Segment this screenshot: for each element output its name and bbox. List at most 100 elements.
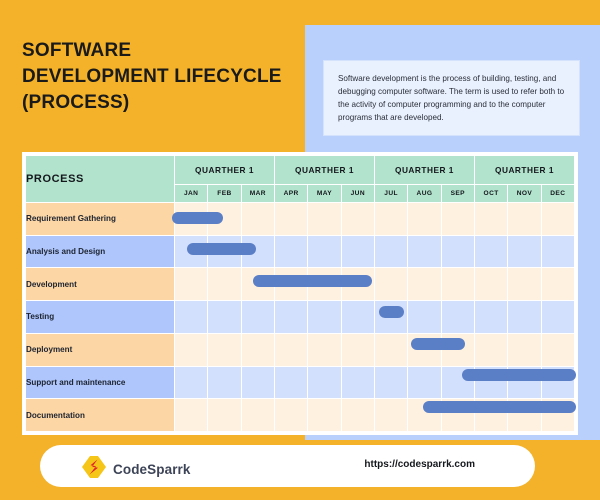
- gantt-cell[interactable]: [341, 268, 374, 301]
- gantt-cell[interactable]: [308, 399, 341, 431]
- gantt-cell[interactable]: [408, 235, 441, 268]
- gantt-cell[interactable]: [474, 333, 508, 366]
- gantt-cell[interactable]: [208, 366, 241, 399]
- gantt-cell[interactable]: [308, 235, 341, 268]
- quarter-header-2: QUARTHER 1: [274, 156, 374, 184]
- gantt-cell[interactable]: [541, 268, 574, 301]
- gantt-cell[interactable]: [508, 301, 541, 333]
- gantt-cell[interactable]: [408, 333, 441, 366]
- table-row[interactable]: Testing: [26, 301, 574, 333]
- gantt-cell[interactable]: [508, 268, 541, 301]
- gantt-cell[interactable]: [208, 203, 241, 235]
- gantt-cell[interactable]: [341, 333, 374, 366]
- gantt-cell[interactable]: [241, 399, 274, 431]
- gantt-cell[interactable]: [274, 301, 308, 333]
- gantt-cell[interactable]: [175, 301, 208, 333]
- gantt-cell[interactable]: [441, 235, 474, 268]
- gantt-cell[interactable]: [341, 301, 374, 333]
- gantt-cell[interactable]: [274, 235, 308, 268]
- table-row[interactable]: Analysis and Design: [26, 235, 574, 268]
- gantt-cell[interactable]: [374, 399, 408, 431]
- gantt-cell[interactable]: [374, 366, 408, 399]
- gantt-cell[interactable]: [241, 366, 274, 399]
- gantt-cell[interactable]: [341, 399, 374, 431]
- gantt-cell[interactable]: [274, 268, 308, 301]
- gantt-cell[interactable]: [508, 399, 541, 431]
- gantt-cell[interactable]: [374, 235, 408, 268]
- gantt-cell[interactable]: [408, 399, 441, 431]
- gantt-cell[interactable]: [474, 203, 508, 235]
- gantt-cell[interactable]: [541, 235, 574, 268]
- month-header-mar: MAR: [241, 185, 274, 202]
- row-label-0: Requirement Gathering: [26, 203, 174, 235]
- gantt-cell[interactable]: [241, 301, 274, 333]
- gantt-cell[interactable]: [175, 268, 208, 301]
- gantt-cell[interactable]: [441, 301, 474, 333]
- gantt-cell[interactable]: [274, 366, 308, 399]
- gantt-cell[interactable]: [541, 399, 574, 431]
- gantt-cell[interactable]: [208, 399, 241, 431]
- gantt-cell[interactable]: [474, 366, 508, 399]
- gantt-cell[interactable]: [541, 203, 574, 235]
- gantt-cell[interactable]: [508, 366, 541, 399]
- gantt-cell[interactable]: [408, 301, 441, 333]
- gantt-cell[interactable]: [241, 333, 274, 366]
- gantt-cell[interactable]: [374, 203, 408, 235]
- table-row[interactable]: Documentation: [26, 399, 574, 431]
- gantt-cell[interactable]: [308, 333, 341, 366]
- gantt-cell[interactable]: [508, 333, 541, 366]
- month-header-dec: DEC: [541, 185, 574, 202]
- gantt-cell[interactable]: [541, 366, 574, 399]
- gantt-grid: PROCESS QUARTHER 1 QUARTHER 1 QUARTHER 1 QU…: [25, 155, 575, 432]
- gantt-cell[interactable]: [441, 268, 474, 301]
- gantt-cell[interactable]: [341, 366, 374, 399]
- gantt-cell[interactable]: [374, 333, 408, 366]
- website-url[interactable]: https://codesparrk.com: [364, 459, 475, 470]
- gantt-cell[interactable]: [274, 203, 308, 235]
- gantt-cell[interactable]: [341, 235, 374, 268]
- gantt-cell[interactable]: [208, 268, 241, 301]
- codesparrk-logo-icon: [82, 456, 106, 483]
- gantt-cell[interactable]: [541, 333, 574, 366]
- page-title-line-3: (PROCESS): [22, 92, 130, 114]
- gantt-cell[interactable]: [175, 333, 208, 366]
- gantt-cell[interactable]: [241, 203, 274, 235]
- gantt-cell[interactable]: [541, 301, 574, 333]
- gantt-cell[interactable]: [175, 235, 208, 268]
- gantt-cell[interactable]: [274, 399, 308, 431]
- gantt-cell[interactable]: [175, 366, 208, 399]
- gantt-cell[interactable]: [441, 203, 474, 235]
- gantt-cell[interactable]: [441, 333, 474, 366]
- gantt-cell[interactable]: [274, 333, 308, 366]
- gantt-cell[interactable]: [208, 301, 241, 333]
- gantt-cell[interactable]: [208, 235, 241, 268]
- gantt-cell[interactable]: [241, 268, 274, 301]
- gantt-cell[interactable]: [441, 366, 474, 399]
- gantt-cell[interactable]: [175, 203, 208, 235]
- row-label-3: Testing: [26, 301, 174, 333]
- gantt-cell[interactable]: [374, 301, 408, 333]
- gantt-cell[interactable]: [474, 301, 508, 333]
- gantt-cell[interactable]: [308, 366, 341, 399]
- gantt-cell[interactable]: [508, 203, 541, 235]
- table-row[interactable]: Requirement Gathering: [26, 203, 574, 235]
- gantt-cell[interactable]: [175, 399, 208, 431]
- gantt-cell[interactable]: [308, 301, 341, 333]
- gantt-cell[interactable]: [474, 235, 508, 268]
- gantt-cell[interactable]: [308, 268, 341, 301]
- table-row[interactable]: Deployment: [26, 333, 574, 366]
- gantt-cell[interactable]: [408, 203, 441, 235]
- gantt-cell[interactable]: [308, 203, 341, 235]
- table-row[interactable]: Development: [26, 268, 574, 301]
- gantt-cell[interactable]: [408, 366, 441, 399]
- gantt-cell[interactable]: [508, 235, 541, 268]
- gantt-cell[interactable]: [241, 235, 274, 268]
- gantt-cell[interactable]: [208, 333, 241, 366]
- gantt-cell[interactable]: [474, 268, 508, 301]
- gantt-cell[interactable]: [374, 268, 408, 301]
- gantt-cell[interactable]: [474, 399, 508, 431]
- gantt-cell[interactable]: [408, 268, 441, 301]
- gantt-cell[interactable]: [441, 399, 474, 431]
- gantt-cell[interactable]: [341, 203, 374, 235]
- table-row[interactable]: Support and maintenance: [26, 366, 574, 399]
